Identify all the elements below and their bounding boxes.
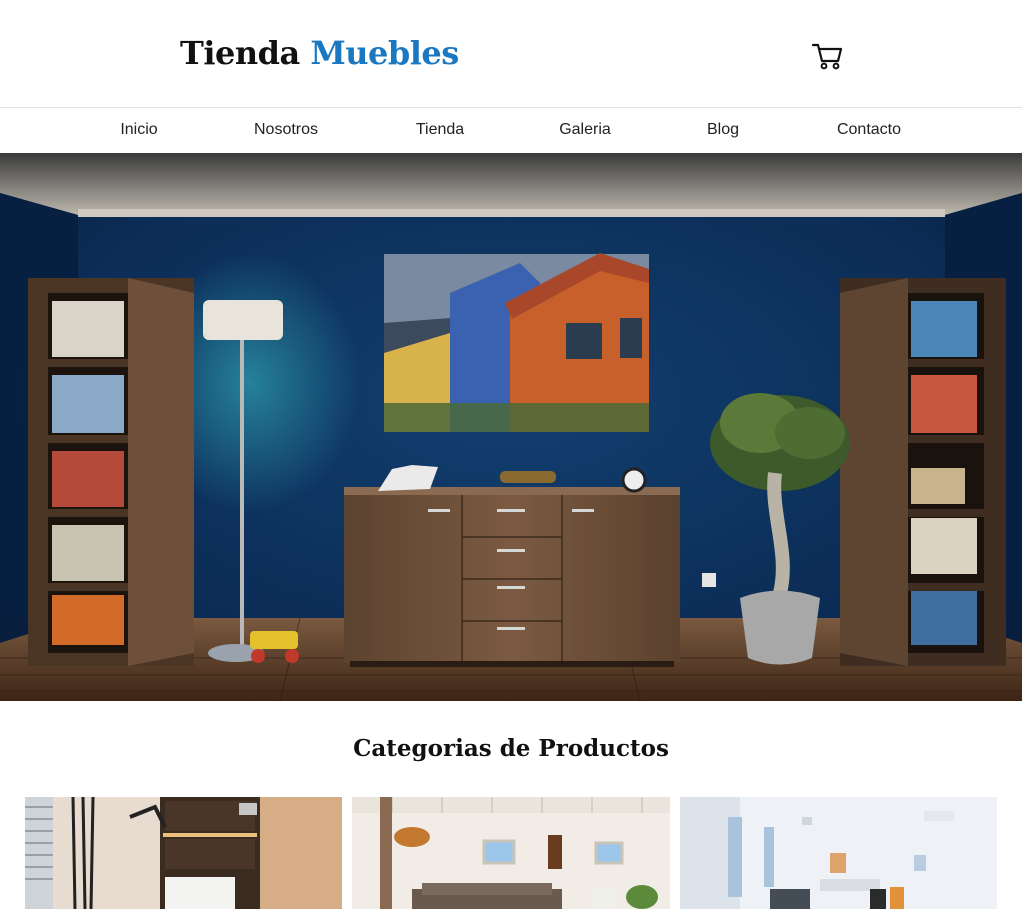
logo-text-tienda: Tienda bbox=[180, 34, 300, 72]
site-logo[interactable]: Tienda Muebles bbox=[180, 34, 459, 72]
category-card-office[interactable] bbox=[25, 797, 342, 909]
nav-item-inicio[interactable]: Inicio bbox=[120, 121, 157, 139]
nav-item-contacto[interactable]: Contacto bbox=[837, 121, 901, 139]
hero-image bbox=[0, 153, 1022, 701]
nav-item-tienda[interactable]: Tienda bbox=[416, 121, 464, 139]
site-header: Tienda Muebles bbox=[0, 0, 1022, 108]
main-nav: Inicio Nosotros Tienda Galeria Blog Cont… bbox=[0, 109, 1022, 153]
nav-item-nosotros[interactable]: Nosotros bbox=[254, 121, 318, 139]
nav-item-galeria[interactable]: Galeria bbox=[559, 121, 611, 139]
cart-button[interactable] bbox=[810, 40, 844, 72]
category-card-living-room[interactable] bbox=[352, 797, 670, 909]
shopping-cart-icon bbox=[811, 43, 843, 70]
nav-item-blog[interactable]: Blog bbox=[707, 121, 739, 139]
category-card-white-room[interactable] bbox=[680, 797, 997, 909]
categories-title: Categorias de Productos bbox=[353, 735, 669, 762]
logo-text-muebles: Muebles bbox=[310, 34, 459, 72]
